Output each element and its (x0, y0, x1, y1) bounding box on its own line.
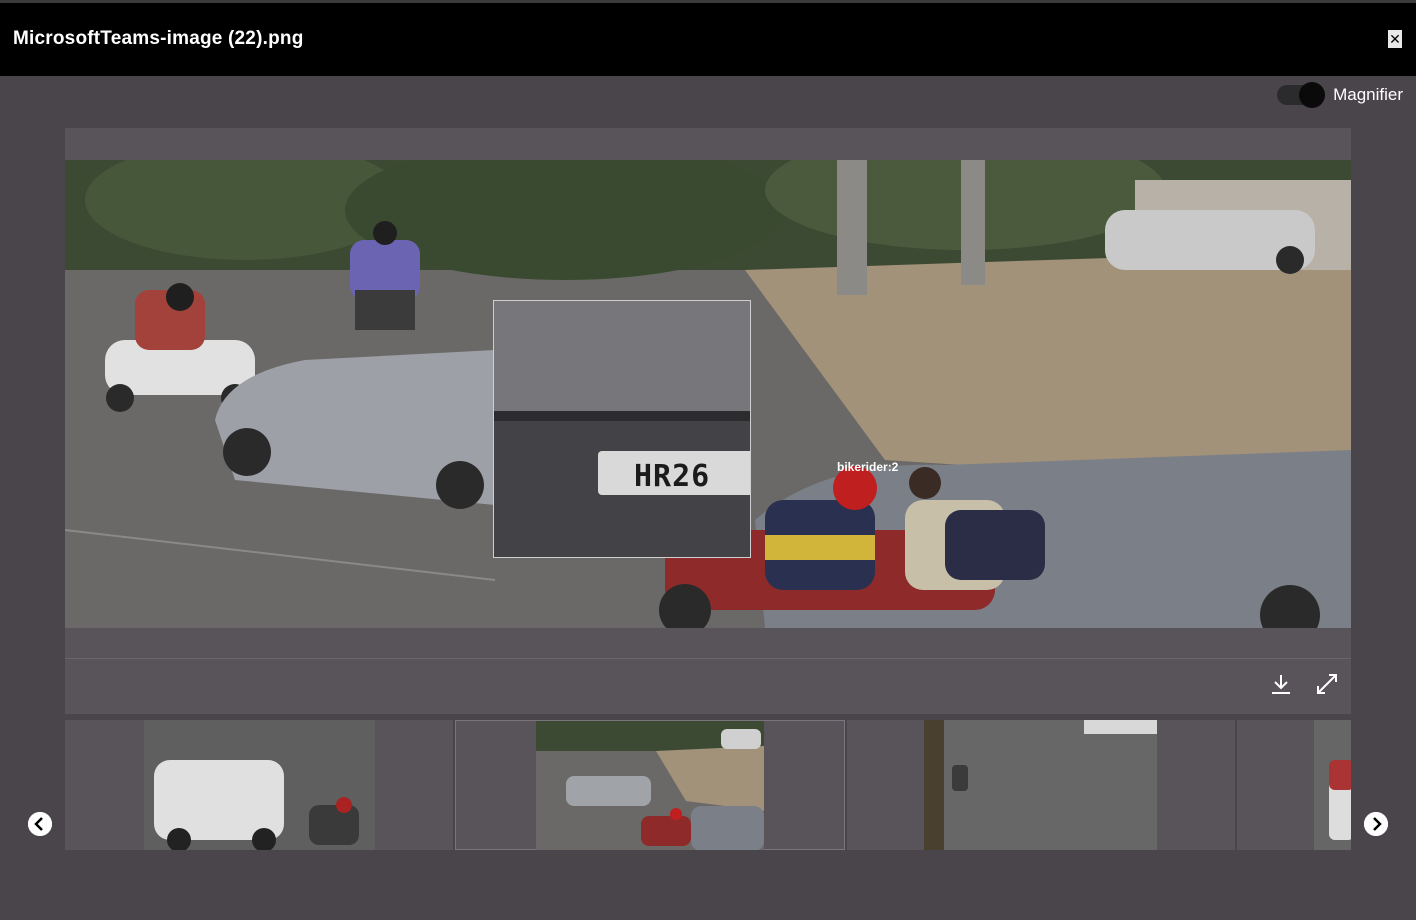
magnifier-lens: HR26 (493, 300, 751, 558)
title-bar: MicrosoftTeams-image (22).png ✕ (0, 0, 1416, 76)
magnifier-toggle[interactable] (1277, 82, 1326, 108)
detection-label: bikerider:2 (837, 460, 899, 474)
chevron-left-icon (28, 812, 52, 836)
magnifier-label: Magnifier (1333, 85, 1403, 104)
fullscreen-button[interactable] (1315, 672, 1339, 696)
thumbnail-4[interactable] (1237, 720, 1351, 850)
thumbnail-image (1314, 720, 1351, 850)
viewer-actions (1269, 672, 1339, 696)
next-button[interactable] (1364, 812, 1388, 836)
main-image[interactable]: bikerider:2 HR26 (65, 160, 1351, 628)
close-icon[interactable]: ✕ (1388, 30, 1402, 48)
thumbnail-2[interactable] (455, 720, 845, 850)
thumbnail-image (536, 721, 764, 850)
thumbnail-1[interactable] (65, 720, 453, 850)
lens-plate-text: HR26 (634, 459, 711, 494)
magnifier-control: Magnifier (1277, 80, 1403, 110)
chevron-right-icon (1364, 812, 1388, 836)
thumbnail-3[interactable] (847, 720, 1235, 850)
thumbnail-image (924, 720, 1157, 850)
download-icon (1272, 675, 1290, 694)
file-title: MicrosoftTeams-image (22).png (13, 28, 304, 49)
lens-content (494, 301, 750, 557)
thumbnail-strip (65, 720, 1351, 850)
expand-icon (1317, 674, 1337, 694)
previous-button[interactable] (28, 812, 52, 836)
download-button[interactable] (1269, 672, 1293, 696)
toggle-knob (1299, 82, 1326, 108)
viewer-divider (65, 658, 1351, 659)
thumbnail-image (144, 720, 375, 850)
image-viewer: bikerider:2 HR26 (65, 128, 1351, 714)
